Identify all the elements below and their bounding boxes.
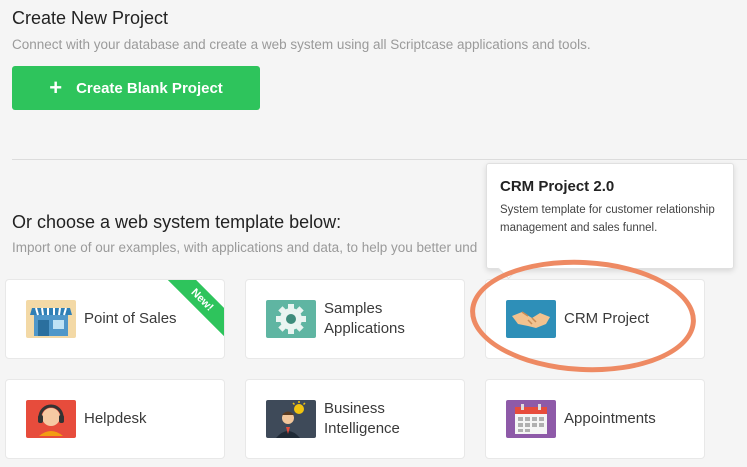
template-card-appointments[interactable]: Appointments — [485, 379, 705, 459]
tooltip-title: CRM Project 2.0 — [500, 178, 615, 195]
page-title: Create New Project — [12, 8, 169, 28]
create-blank-project-button[interactable]: + Create Blank Project — [12, 66, 260, 110]
tooltip-arrow — [497, 257, 520, 280]
divider — [12, 159, 747, 160]
handshake-icon — [506, 300, 556, 338]
template-card-label: Point of Sales — [84, 310, 177, 327]
calendar-icon — [506, 400, 556, 438]
templates-subtitle: Import one of our examples, with applica… — [12, 240, 478, 255]
plus-icon: + — [49, 75, 63, 100]
template-card-samples-applications[interactable]: Samples Applications — [245, 279, 465, 359]
create-blank-project-label: Create Blank Project — [76, 79, 223, 97]
template-card-label: Appointments — [564, 410, 656, 427]
template-card-helpdesk[interactable]: Helpdesk — [5, 379, 225, 459]
template-card-crm-project[interactable]: CRM Project — [485, 279, 705, 359]
templates-title: Or choose a web system template below: — [12, 212, 342, 232]
page-subtitle: Connect with your database and create a … — [12, 37, 591, 52]
template-card-label: CRM Project — [564, 310, 650, 327]
crm-tooltip: CRM Project 2.0 System template for cust… — [486, 163, 734, 280]
template-card-label: Helpdesk — [84, 410, 147, 427]
template-card-label: Samples Applications — [324, 300, 405, 337]
headset-icon — [26, 400, 76, 438]
template-card-point-of-sales[interactable]: Point of Sales New! — [5, 279, 225, 359]
store-icon — [26, 300, 76, 338]
template-card-label: Business Intelligence — [324, 400, 400, 437]
template-card-business-intelligence[interactable]: Business Intelligence — [245, 379, 465, 459]
tooltip-description: System template for customer relationshi… — [500, 204, 715, 234]
businessman-icon — [266, 400, 316, 438]
gear-icon — [266, 300, 316, 338]
